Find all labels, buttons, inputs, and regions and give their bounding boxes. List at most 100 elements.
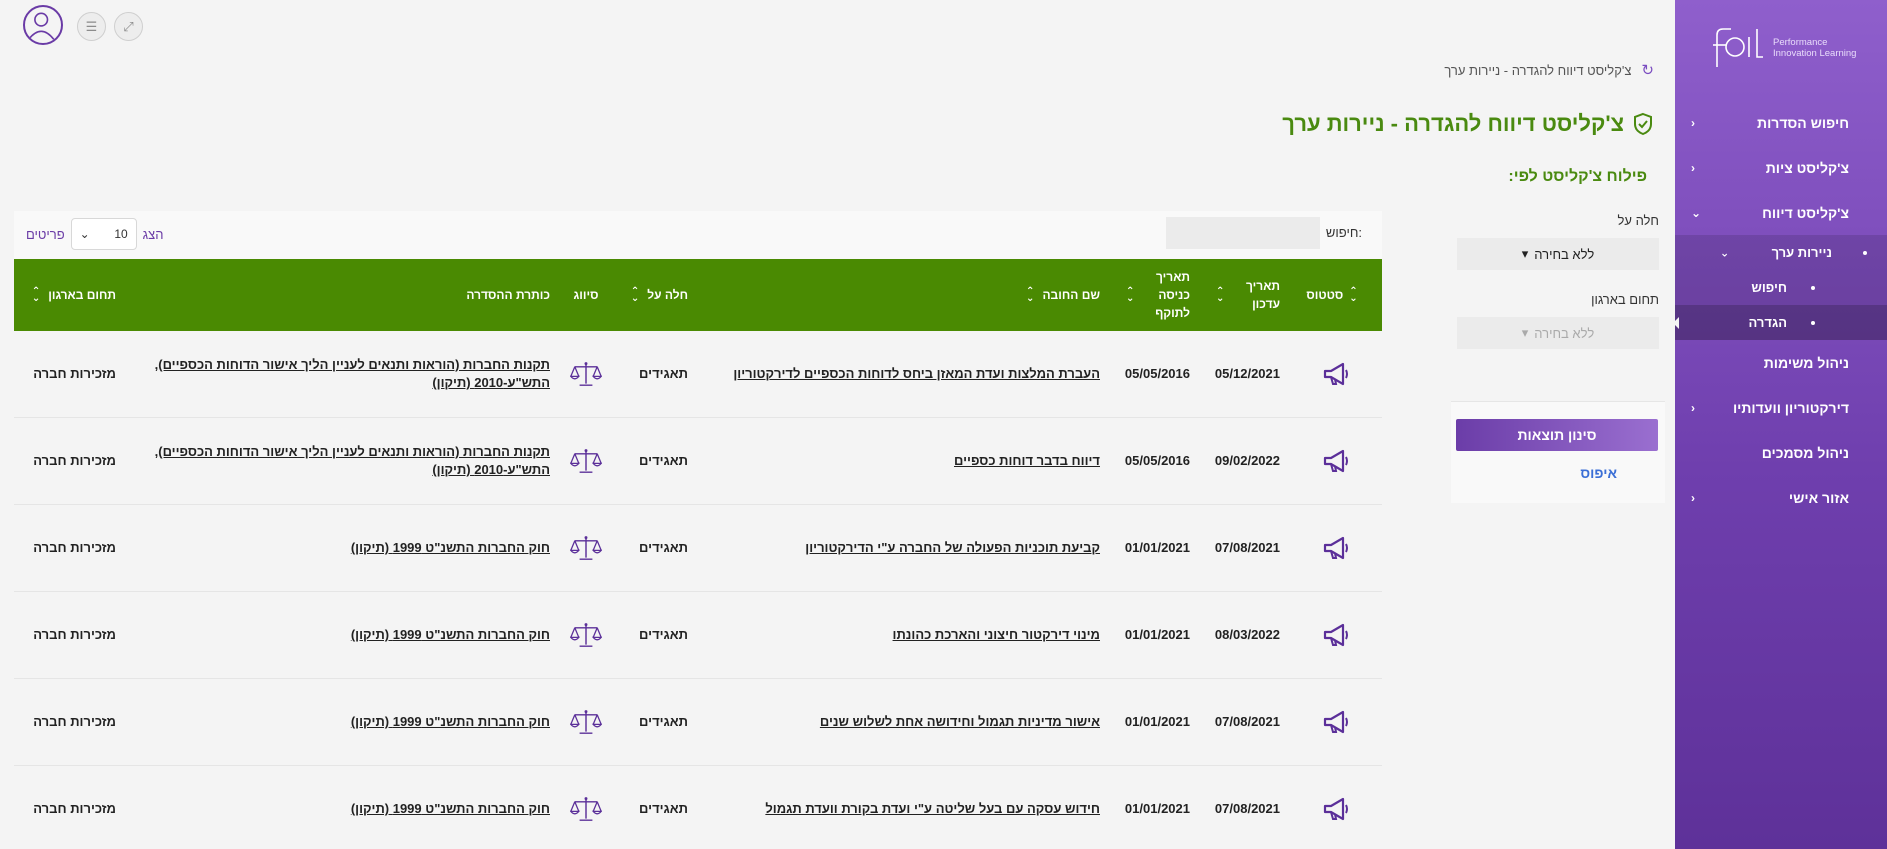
chevron-down-icon: ⌄	[1720, 247, 1730, 259]
updated-date: 07/08/2021	[1214, 714, 1280, 729]
fullscreen-icon: ⤢	[123, 18, 134, 34]
regulation-title-cell: חוק החברות התשנ"ט 1999 (תיקון)	[126, 592, 560, 678]
obligation-name-link[interactable]: העברת המלצות ועדת המאזן ביחס לדוחות הכספ…	[733, 365, 1100, 383]
chevron-down-icon: ⌄	[1691, 205, 1702, 220]
column-label: סיווג	[573, 288, 599, 302]
user-avatar[interactable]	[23, 5, 63, 45]
megaphone-icon[interactable]	[1322, 361, 1350, 387]
breadcrumb: ↻ צ'קליסט דיווח להגדרה - ניירות ערך	[1444, 61, 1654, 79]
sidebar-item-task-management[interactable]: ניהול משימות	[1675, 340, 1887, 385]
page-title: צ'קליסט דיווח להגדרה - ניירות ערך	[1282, 111, 1654, 137]
entry-date: 05/05/2016	[1124, 366, 1190, 381]
regulation-title-link[interactable]: חוק החברות התשנ"ט 1999 (תיקון)	[351, 800, 550, 818]
column-label: כותרת ההסדרה	[466, 288, 550, 302]
applies-label: חלה על	[1617, 213, 1660, 228]
megaphone-icon[interactable]	[1322, 709, 1350, 735]
sort-icon: ⌃ ⌄	[1126, 286, 1135, 304]
filter-results-button[interactable]: סינון תוצאות	[1456, 419, 1658, 451]
sort-icon: ⌃ ⌄	[1216, 286, 1225, 304]
obligation-name-link[interactable]: דיווח בדבר דוחות כספיים	[954, 452, 1100, 470]
page-title-text: צ'קליסט דיווח להגדרה - ניירות ערך	[1282, 111, 1624, 136]
table-row: 08/03/2022 01/01/2021 מינוי דירקטור חיצו…	[14, 592, 1382, 679]
foil-logo[interactable]: Performance Innovation Learning	[1707, 20, 1857, 75]
items-label: פריטים	[26, 226, 65, 242]
sidebar-item-compliance-checklist[interactable]: צ'קליסט ציות ‹	[1675, 145, 1887, 190]
regulation-title-link[interactable]: תקנות החברות (הוראות ותנאים לעניין הליך …	[136, 443, 550, 479]
status-cell	[1290, 679, 1382, 765]
sidebar-item-board-committees[interactable]: דירקטוריון וועדותיו ‹	[1675, 385, 1887, 430]
table-header: ⌃ ⌄ סטטוס תאריך עדכון ⌃ ⌄ תאריך כניסה לתוק…	[14, 259, 1382, 331]
scales-icon	[570, 710, 602, 734]
applies-to-cell: תאגידים	[639, 540, 688, 555]
bullet-icon	[1811, 285, 1815, 290]
fullscreen-button[interactable]: ⤢	[114, 12, 143, 41]
sidebar-item-reporting-checklist[interactable]: צ'קליסט דיווח ⌄	[1675, 190, 1887, 235]
logo-line-2: Innovation Learning	[1773, 47, 1857, 59]
column-label: תחום בארגון	[48, 288, 116, 302]
page-size-select[interactable]: ⌄ 10	[70, 218, 137, 250]
megaphone-icon[interactable]	[1322, 535, 1350, 561]
applies-to-cell: תאגידים	[639, 801, 688, 816]
refresh-icon[interactable]: ↻	[1641, 61, 1654, 79]
obligation-name-link[interactable]: אישור מדיניות תגמול וחידושה אחת לשלוש שנ…	[820, 713, 1100, 731]
sidebar-item-personal-area[interactable]: אזור אישי ‹	[1675, 475, 1887, 520]
menu-button[interactable]: ☰	[77, 12, 106, 41]
megaphone-icon[interactable]	[1322, 796, 1350, 822]
classification-cell	[560, 592, 612, 678]
domain-select-value: ללא בחירה	[1534, 325, 1595, 341]
column-domain[interactable]: תחום בארגון ⌃ ⌄	[14, 259, 126, 331]
table-row: 07/08/2021 01/01/2021 חידוש עסקה עם בעל …	[14, 766, 1382, 849]
applies-select[interactable]: ללא בחירה ▾	[1457, 238, 1659, 270]
sort-icon: ⌃ ⌄	[31, 286, 41, 304]
sidebar-item-definition[interactable]: הגדרה	[1673, 305, 1887, 340]
column-status[interactable]: ⌃ ⌄ סטטוס	[1290, 259, 1382, 331]
column-label: חלה על	[647, 288, 688, 302]
page-size-control: פריטים ⌄ 10 הצג	[26, 218, 164, 250]
classification-cell	[560, 679, 612, 765]
breadcrumb-text[interactable]: צ'קליסט דיווח להגדרה - ניירות ערך	[1444, 63, 1631, 78]
column-regulation-title[interactable]: כותרת ההסדרה	[126, 259, 560, 331]
column-classification[interactable]: סיווג	[560, 259, 612, 331]
status-cell	[1290, 331, 1382, 417]
table-row: 09/02/2022 05/05/2016 דיווח בדבר דוחות כ…	[14, 418, 1382, 505]
column-label: סטטוס	[1306, 288, 1344, 302]
table-body: 05/12/2021 05/05/2016 העברת המלצות ועדת …	[14, 331, 1382, 849]
sidebar-item-label: צ'קליסט דיווח	[1762, 204, 1849, 221]
obligation-name-cell: קביעת תוכניות הפעולה של החברה ע"י הדירקט…	[698, 505, 1110, 591]
regulation-title-link[interactable]: תקנות החברות (הוראות ותנאים לעניין הליך …	[136, 356, 550, 392]
column-updated[interactable]: תאריך עדכון ⌃ ⌄	[1200, 259, 1290, 331]
chevron-left-icon: ‹	[1691, 400, 1695, 415]
regulation-title-cell: תקנות החברות (הוראות ותנאים לעניין הליך …	[126, 418, 560, 504]
column-obligation-name[interactable]: שם החובה ⌃ ⌄	[698, 259, 1110, 331]
regulation-title-link[interactable]: חוק החברות התשנ"ט 1999 (תיקון)	[351, 713, 550, 731]
regulation-title-link[interactable]: חוק החברות התשנ"ט 1999 (תיקון)	[351, 626, 550, 644]
regulation-title-link[interactable]: חוק החברות התשנ"ט 1999 (תיקון)	[351, 539, 550, 557]
column-entry-date[interactable]: תאריך כניסה לתוקף ⌃ ⌄	[1110, 259, 1200, 331]
obligation-name-link[interactable]: מינוי דירקטור חיצוני והארכת כהונתו	[893, 626, 1100, 644]
domain-select[interactable]: ללא בחירה ▾	[1457, 317, 1659, 349]
status-cell	[1290, 418, 1382, 504]
chevron-left-icon: ‹	[1691, 115, 1695, 130]
sidebar-item-document-management[interactable]: ניהול מסמכים	[1675, 430, 1887, 475]
reset-link[interactable]: איפוס	[1580, 465, 1617, 481]
column-applies-to[interactable]: חלה על ⌃ ⌄	[612, 259, 698, 331]
regulation-title-cell: חוק החברות התשנ"ט 1999 (תיקון)	[126, 766, 560, 849]
megaphone-icon[interactable]	[1322, 448, 1350, 474]
classification-cell	[560, 331, 612, 417]
sidebar-item-label: הגדרה	[1748, 315, 1787, 330]
sidebar-item-label: ניירות ערך	[1771, 245, 1832, 260]
megaphone-icon[interactable]	[1322, 622, 1350, 648]
search-input[interactable]	[1166, 217, 1320, 249]
sidebar-item-label: אזור אישי	[1788, 489, 1849, 506]
obligation-name-link[interactable]: חידוש עסקה עם בעל שליטה ע"י ועדת בקורת ו…	[765, 800, 1100, 818]
logo-mark-icon	[1713, 27, 1763, 67]
scales-icon	[570, 362, 602, 386]
user-icon	[27, 12, 55, 40]
sidebar-item-search[interactable]: חיפוש	[1675, 270, 1887, 305]
column-label: תאריך עדכון	[1245, 279, 1280, 311]
sidebar-item-securities[interactable]: ניירות ערך ⌄	[1675, 235, 1887, 270]
domain-cell: מזכירות חברה	[33, 453, 116, 468]
sidebar-item-search-regulations[interactable]: חיפוש הסדרות ‹	[1675, 100, 1887, 145]
obligation-name-cell: העברת המלצות ועדת המאזן ביחס לדוחות הכספ…	[698, 331, 1110, 417]
obligation-name-link[interactable]: קביעת תוכניות הפעולה של החברה ע"י הדירקט…	[805, 539, 1100, 557]
